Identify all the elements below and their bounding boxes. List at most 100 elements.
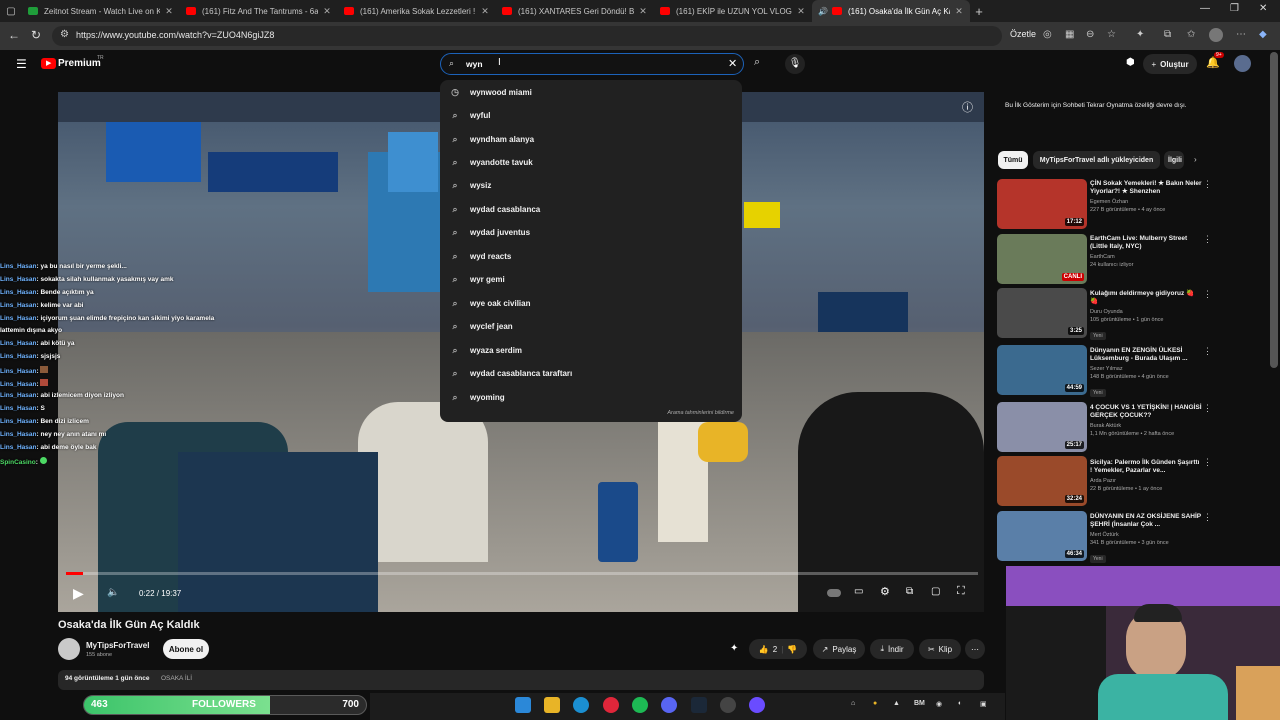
subtitles-icon[interactable]: ▭ [854, 586, 863, 597]
suggestion-item[interactable]: ⌕ wyndham alanya [440, 128, 742, 151]
menu-dots-icon[interactable]: ⋯ [1236, 29, 1246, 40]
info-icon[interactable]: ⓘ [962, 99, 973, 115]
suggestion-item[interactable]: ⌕ wydad juventus [440, 221, 742, 244]
opera-icon[interactable] [603, 697, 619, 713]
browser-tab[interactable]: Zeitnot Stream - Watch Live on Kick ✕ [22, 0, 180, 22]
browser-tab[interactable]: (161) XANTARES Geri Döndü! BLAST ✕ [496, 0, 654, 22]
chip-uploader[interactable]: MyTipsForTravel adlı yükleyiciden [1033, 151, 1160, 169]
reload-icon[interactable]: ↻ [31, 28, 41, 42]
profile-avatar[interactable] [1209, 28, 1223, 42]
video-thumbnail[interactable]: 44:59 [997, 345, 1087, 395]
search-button[interactable]: ⌕ [745, 53, 775, 75]
like-icon[interactable]: 👍 [759, 645, 769, 654]
miniplayer-icon[interactable]: ⧉ [906, 586, 913, 597]
video-thumbnail[interactable]: 32:24 [997, 456, 1087, 506]
file-explorer-icon[interactable] [544, 697, 560, 713]
extension-icon[interactable]: ✦ [1136, 29, 1144, 40]
suggestion-item[interactable]: ⌕ wysiz [440, 174, 742, 197]
edge-icon[interactable] [573, 697, 589, 713]
play-icon[interactable]: ▶ [73, 585, 84, 602]
volume-icon[interactable]: 🔈 [107, 587, 119, 598]
search-input[interactable]: wyn [466, 59, 483, 69]
more-vert-icon[interactable]: ⋮ [1203, 403, 1212, 414]
video-thumbnail[interactable]: 3:25 [997, 288, 1087, 338]
account-avatar[interactable] [1234, 55, 1251, 72]
suggestion-item[interactable]: ⌕ wydad casablanca taraftarı [440, 362, 742, 385]
windows-start-icon[interactable] [515, 697, 531, 713]
browser-tab[interactable]: (161) EKİP ile UZUN YOL VLOG - G ✕ [654, 0, 812, 22]
speaker-icon[interactable]: 🔊 [818, 7, 828, 16]
suggestion-item[interactable]: ⌕ wyaza serdim [440, 339, 742, 362]
close-icon[interactable]: ✕ [322, 6, 332, 17]
app-icon[interactable] [720, 697, 736, 713]
close-icon[interactable]: ✕ [164, 6, 174, 17]
chevron-right-icon[interactable]: › [1194, 155, 1197, 164]
more-vert-icon[interactable]: ⋮ [1203, 512, 1212, 523]
more-vert-icon[interactable]: ⋮ [1203, 346, 1212, 357]
url-text[interactable]: https://www.youtube.com/watch?v=ZUO4N6gi… [76, 30, 274, 40]
video-title[interactable]: Sicilya: Palermo İlk Günden Şaşırttı ! Y… [1090, 459, 1202, 475]
hamburger-menu-icon[interactable]: ☰ [16, 57, 27, 71]
copilot-icon[interactable]: ◆ [1259, 29, 1267, 40]
video-title[interactable]: EarthCam Live: Mulberry Street (Little I… [1090, 235, 1202, 251]
video-channel[interactable]: EarthCam [1090, 253, 1202, 261]
suggestion-item[interactable]: ⌕ wyoming [440, 386, 742, 409]
fullscreen-icon[interactable]: ⛶ [957, 585, 965, 598]
download-button[interactable]: ⤓ İndir [870, 639, 914, 659]
suggestion-item[interactable]: ⌕ wyd reacts [440, 245, 742, 268]
close-window-icon[interactable]: ✕ [1259, 3, 1267, 14]
apps-icon[interactable]: ▦ [1065, 29, 1074, 40]
obs-icon[interactable] [749, 697, 765, 713]
clip-button[interactable]: ✂ Klip [919, 639, 961, 659]
close-icon[interactable]: ✕ [954, 6, 964, 17]
close-icon[interactable]: ✕ [796, 6, 806, 17]
video-title[interactable]: 4 ÇOCUK VS 1 YETİŞKİN! | HANGİSİ GERÇEK … [1090, 404, 1202, 420]
video-title[interactable]: Kulağımı deldirmeye gidiyoruz 🍓🍓 [1090, 290, 1202, 306]
browser-tab[interactable]: (161) Amerika Sokak Lezzetleri ! ✕ [338, 0, 496, 22]
browser-tab-active[interactable]: 🔊 (161) Osaka'da İlk Gün Aç Kaldık ✕ [812, 0, 970, 22]
more-vert-icon[interactable]: ⋮ [1203, 457, 1212, 468]
translate-icon[interactable]: ◎ [1043, 29, 1052, 40]
suggestion-item[interactable]: ⌕ wyr gemi [440, 268, 742, 291]
youtube-logo-icon[interactable]: ▶ [41, 58, 56, 69]
video-thumbnail[interactable]: 25:17 [997, 402, 1087, 452]
chip-related[interactable]: İlgili [1164, 151, 1184, 169]
bookmark-star-icon[interactable]: ☆ [1107, 29, 1116, 40]
chip-all[interactable]: Tümü [998, 151, 1028, 169]
page-scrollbar[interactable] [1270, 52, 1278, 368]
cast-icon[interactable]: ⬢ [1126, 57, 1135, 68]
location-tag[interactable]: OSAKA İLİ [161, 675, 192, 682]
subscribe-button[interactable]: Abone ol [163, 639, 209, 659]
clear-search-icon[interactable]: ✕ [728, 57, 737, 70]
tray-icon[interactable]: ◐ [958, 700, 962, 707]
suggestion-item[interactable]: ⌕ wye oak civilian [440, 292, 742, 315]
zoom-icon[interactable]: ⊖ [1086, 29, 1094, 40]
summarize-button[interactable]: Özetle [1010, 29, 1036, 39]
close-icon[interactable]: ✕ [480, 6, 490, 17]
video-channel[interactable]: Burak Aktürk [1090, 422, 1202, 430]
more-vert-icon[interactable]: ⋮ [1203, 289, 1212, 300]
theater-mode-icon[interactable]: ▢ [931, 586, 940, 597]
extension-icon[interactable]: ✦ [730, 643, 738, 654]
tray-icon[interactable]: ▲ [893, 700, 900, 707]
channel-avatar[interactable] [58, 638, 80, 660]
tray-icon[interactable]: ▣ [980, 700, 987, 708]
tray-icon[interactable]: ⌂ [851, 700, 855, 707]
video-channel[interactable]: Mert Öztürk [1090, 531, 1202, 539]
video-channel[interactable]: Duru Oyunda [1090, 308, 1202, 316]
search-box[interactable] [440, 53, 744, 75]
video-thumbnail[interactable]: 17:12 [997, 179, 1087, 229]
video-channel[interactable]: Arda Pazır [1090, 477, 1202, 485]
description-box[interactable] [58, 670, 984, 690]
share-button[interactable]: ↗ Paylaş [813, 639, 865, 659]
maximize-icon[interactable]: ❐ [1230, 3, 1239, 14]
more-vert-icon[interactable]: ⋮ [1203, 179, 1212, 190]
close-icon[interactable]: ✕ [638, 6, 648, 17]
suggestion-item[interactable]: ⌕ wydad casablanca [440, 198, 742, 221]
suggestion-item[interactable]: ⌕ wyful [440, 104, 742, 127]
discord-icon[interactable] [661, 697, 677, 713]
suggestion-item[interactable]: ⌕ wyandotte tavuk [440, 151, 742, 174]
browser-tab[interactable]: (161) Fitz And The Tantrums - 6am ✕ [180, 0, 338, 22]
favorites-icon[interactable]: ✩ [1187, 29, 1195, 40]
video-title[interactable]: Dünyanın EN ZENGİN ÜLKESİ Lüksemburg - B… [1090, 347, 1202, 363]
